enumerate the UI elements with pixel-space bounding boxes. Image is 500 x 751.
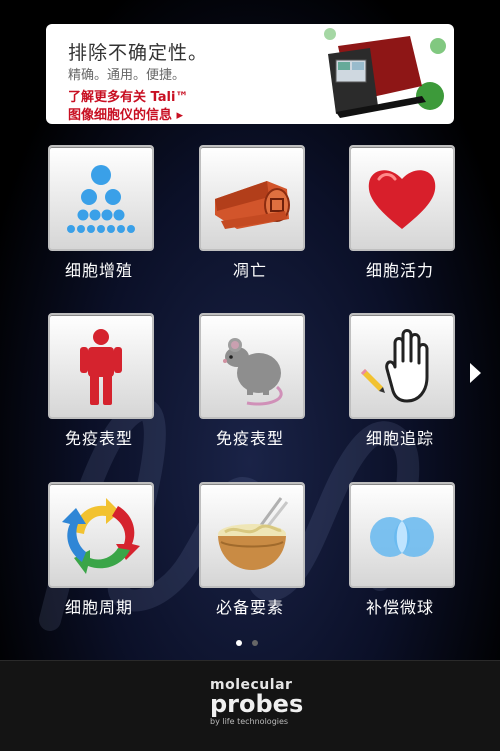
tile-icon-frame bbox=[199, 145, 305, 251]
tile-label: 细胞增殖 bbox=[64, 261, 133, 280]
logo-line-3: by life technologies bbox=[210, 717, 289, 726]
tile-apoptosis[interactable]: 凋亡 bbox=[166, 145, 334, 305]
noodle-bowl-icon bbox=[218, 497, 289, 570]
tile-cell-cycle[interactable]: 细胞周期 bbox=[15, 482, 183, 642]
heart-icon bbox=[368, 170, 436, 229]
tile-label: 细胞周期 bbox=[64, 598, 133, 617]
tile-label: 免疫表型 bbox=[64, 429, 133, 448]
mouse-icon bbox=[223, 338, 283, 406]
tile-immunophenotype-human[interactable]: 免疫表型 bbox=[15, 313, 183, 473]
tile-label: 细胞活力 bbox=[365, 261, 434, 280]
human-figure-icon bbox=[80, 329, 122, 405]
cycle-arrows-icon bbox=[62, 498, 140, 574]
tile-label: 补偿微球 bbox=[365, 598, 434, 617]
banner-link-line2[interactable]: 图像细胞仪的信息 ▸ bbox=[68, 104, 183, 123]
apoptosis-icon bbox=[215, 181, 290, 229]
tile-icon-frame bbox=[48, 145, 154, 251]
tile-label: 细胞追踪 bbox=[365, 429, 434, 448]
cell-proliferation-icon bbox=[67, 165, 135, 233]
page-dot-active[interactable] bbox=[236, 640, 242, 646]
tile-icon-frame bbox=[349, 482, 455, 588]
home-screen: 排除不确定性。 精确。通用。便捷。 了解更多有关 Tali™ 图像细胞仪的信息 … bbox=[0, 0, 500, 660]
logo-line-2: probes bbox=[210, 690, 304, 718]
tile-cell-proliferation[interactable]: 细胞增殖 bbox=[15, 145, 183, 305]
tile-cell-tracking[interactable]: 细胞追踪 bbox=[316, 313, 484, 473]
image-cytometer-icon bbox=[324, 28, 446, 118]
next-page-arrow-icon[interactable] bbox=[468, 362, 482, 384]
tile-label: 凋亡 bbox=[232, 261, 267, 280]
tile-icon-frame bbox=[349, 145, 455, 251]
tile-essentials[interactable]: 必备要素 bbox=[166, 482, 334, 642]
tile-icon-frame bbox=[199, 482, 305, 588]
page-dot-inactive[interactable] bbox=[252, 640, 258, 646]
hand-tracking-icon bbox=[361, 329, 429, 403]
tile-label: 免疫表型 bbox=[215, 429, 284, 448]
banner-title: 排除不确定性。 bbox=[68, 42, 209, 64]
tile-icon-frame bbox=[349, 313, 455, 419]
tile-label: 必备要素 bbox=[215, 598, 284, 617]
tile-icon-frame bbox=[48, 482, 154, 588]
tile-compensation-beads[interactable]: 补偿微球 bbox=[316, 482, 484, 642]
tile-icon-frame bbox=[48, 313, 154, 419]
tile-cell-viability[interactable]: 细胞活力 bbox=[316, 145, 484, 305]
overlapping-circles-icon bbox=[370, 517, 434, 557]
footer-bar: molecular probes by life technologies bbox=[0, 660, 500, 751]
tile-immunophenotype-mouse[interactable]: 免疫表型 bbox=[166, 313, 334, 473]
molecular-probes-logo: molecular probes by life technologies bbox=[210, 677, 310, 726]
tali-promo-banner[interactable]: 排除不确定性。 精确。通用。便捷。 了解更多有关 Tali™ 图像细胞仪的信息 … bbox=[46, 24, 454, 124]
banner-subtitle: 精确。通用。便捷。 bbox=[68, 68, 186, 83]
banner-link-line1[interactable]: 了解更多有关 Tali™ bbox=[68, 86, 188, 105]
tile-icon-frame bbox=[199, 313, 305, 419]
